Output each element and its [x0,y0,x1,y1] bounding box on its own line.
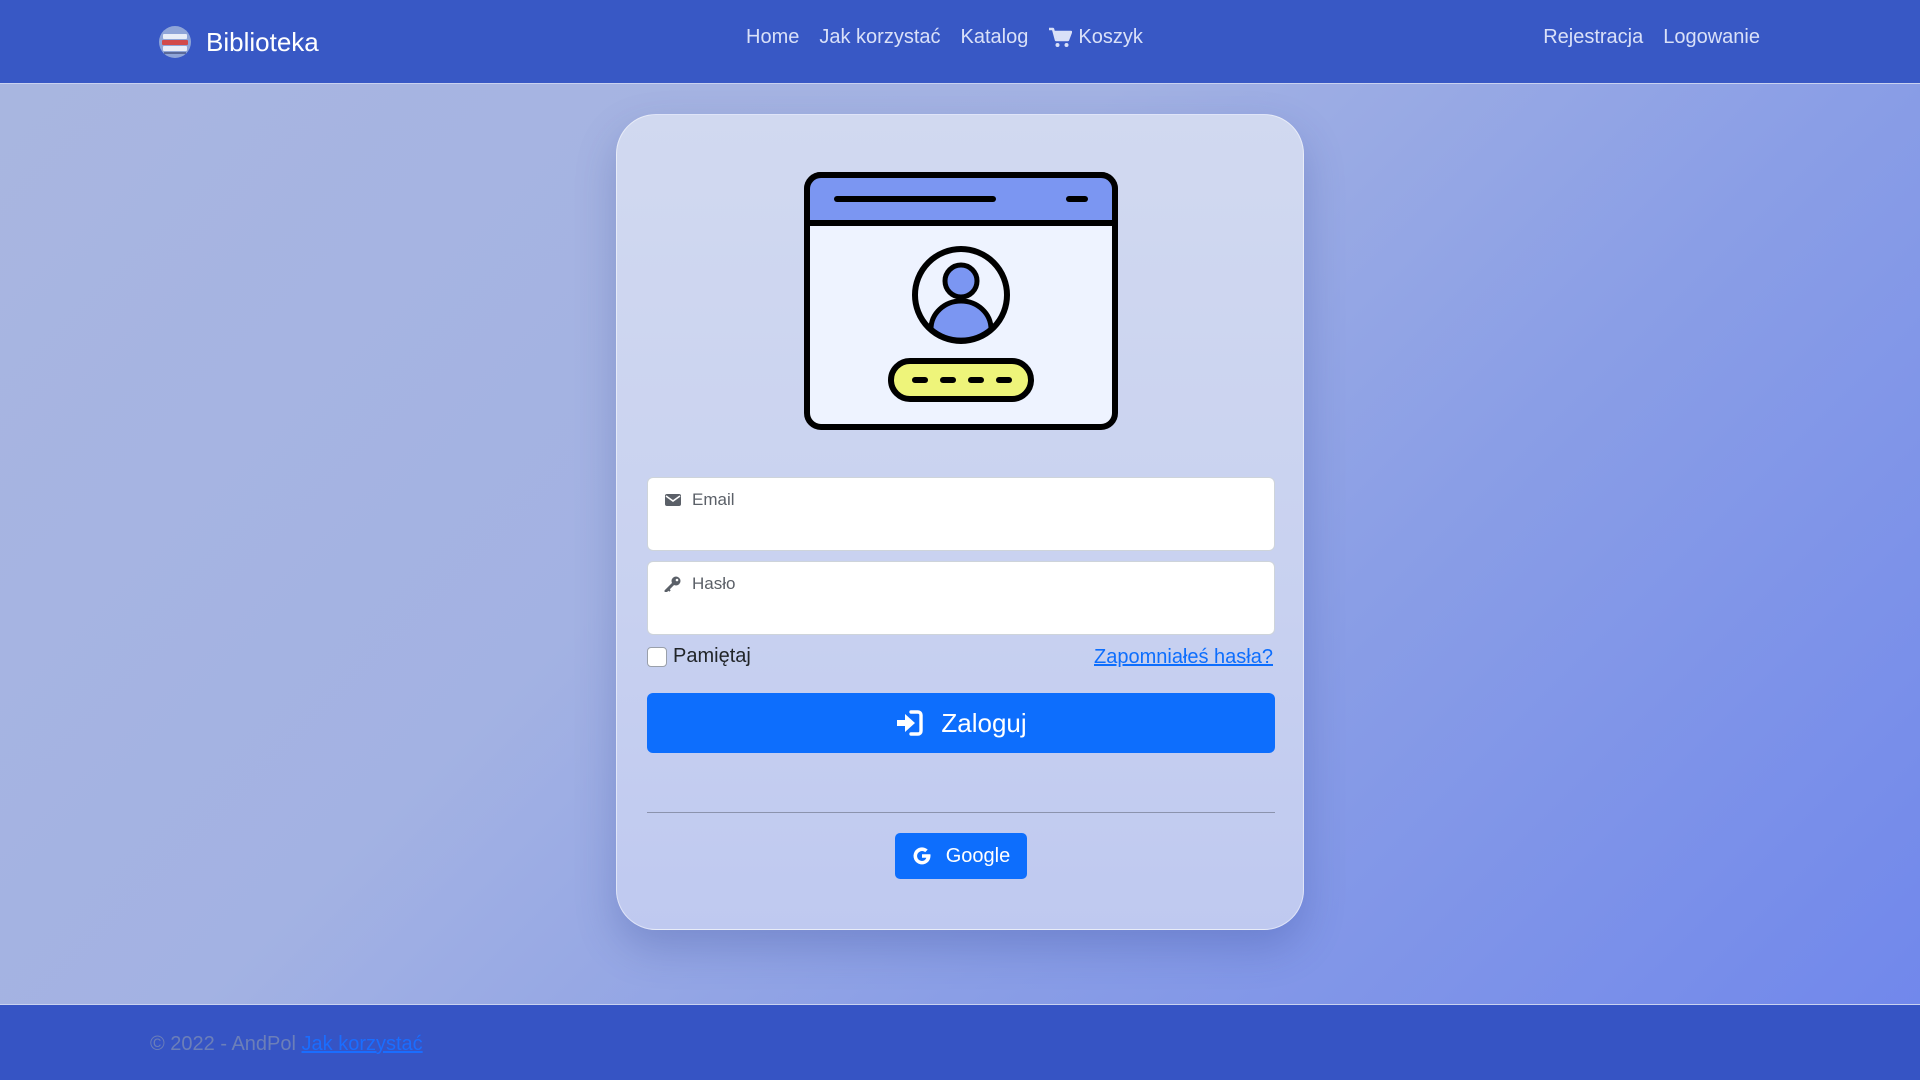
nav-home[interactable]: Home [746,26,799,49]
remember-label: Pamiętaj [673,645,751,667]
key-icon [664,576,681,592]
footer-text: © 2022 - AndPol Jak korzystać [150,1033,423,1056]
password-label-group: Hasło [664,574,735,594]
remember-checkbox[interactable] [647,646,667,667]
sign-in-icon [897,710,924,736]
copyright: © 2022 - AndPol [150,1033,296,1055]
login-window-illustration-icon [804,172,1118,430]
remember-me[interactable]: Pamiętaj [647,645,751,668]
nav-cart-label: Koszyk [1078,26,1143,48]
login-button[interactable]: Zaloguj [647,693,1275,753]
email-label: Email [692,490,735,509]
nav-cart[interactable]: Koszyk [1048,26,1143,49]
login-button-label: Zaloguj [941,707,1027,738]
login-card: Email Hasło Pamiętaj Zapomniałeś hasła? … [616,114,1304,930]
password-input[interactable] [664,600,1260,628]
nav-catalog[interactable]: Katalog [961,26,1029,49]
email-field[interactable]: Email [647,477,1275,551]
google-button-label: Google [945,844,1011,867]
envelope-icon [665,494,681,506]
auth-nav: Rejestracja Logowanie [1543,26,1760,49]
cart-icon [1049,27,1073,47]
nav-register[interactable]: Rejestracja [1543,26,1643,49]
navbar: Biblioteka Home Jak korzystać Katalog Ko… [0,0,1920,84]
footer-how-to-use-link[interactable]: Jak korzystać [302,1033,423,1055]
brand-link[interactable]: Biblioteka [158,22,319,62]
email-input[interactable] [664,516,1260,544]
password-field[interactable]: Hasło [647,561,1275,635]
main-nav: Home Jak korzystać Katalog Koszyk [746,26,1143,49]
forgot-password-link[interactable]: Zapomniałeś hasła? [1094,646,1273,669]
divider [647,812,1275,813]
password-label: Hasło [692,574,736,593]
email-label-group: Email [664,490,735,510]
google-login-button[interactable]: Google [895,833,1027,879]
nav-login[interactable]: Logowanie [1663,26,1760,49]
nav-how-to-use[interactable]: Jak korzystać [819,26,940,49]
footer: © 2022 - AndPol Jak korzystać [0,1004,1920,1080]
books-logo-icon [159,26,191,58]
google-icon [913,847,931,865]
brand-name: Biblioteka [206,26,319,57]
